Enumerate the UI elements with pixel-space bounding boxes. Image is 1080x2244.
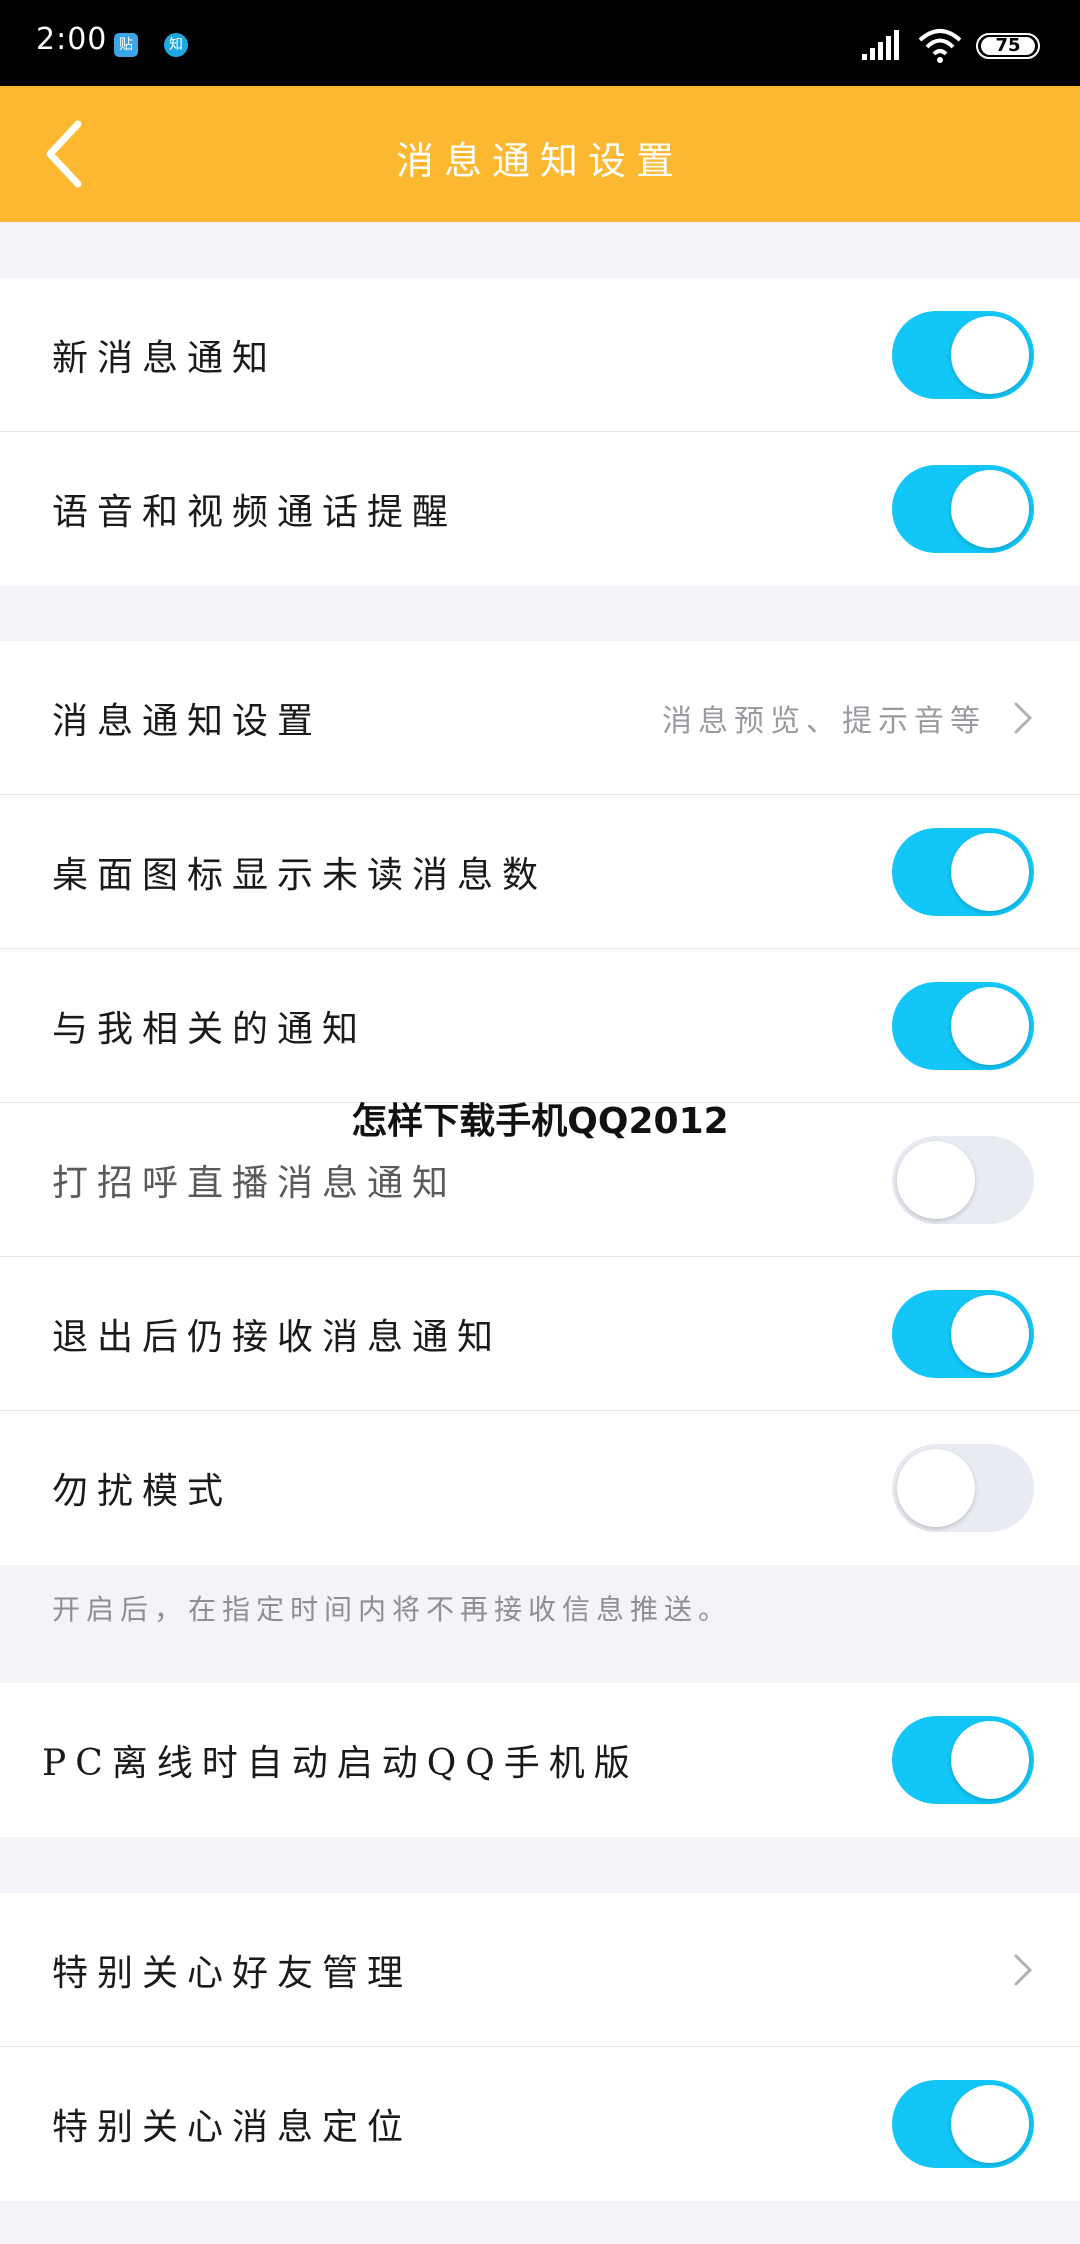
settings-group-special-care: 特别关心好友管理 特别关心消息定位 xyxy=(0,1893,1080,2201)
status-time: 2:00 xyxy=(36,22,108,57)
settings-group-pc: PC离线时自动启动QQ手机版 xyxy=(0,1683,1080,1837)
pc-offline-toggle[interactable] xyxy=(892,1716,1034,1804)
chevron-right-icon xyxy=(1014,702,1033,733)
page-title: 消息通知设置 xyxy=(395,139,684,183)
voice-video-toggle[interactable] xyxy=(892,465,1034,553)
setting-unread-badge[interactable]: 桌面图标显示未读消息数 xyxy=(0,795,1080,949)
setting-new-message-notification[interactable]: 新消息通知 xyxy=(0,278,1080,432)
related-notification-toggle[interactable] xyxy=(892,981,1034,1070)
setting-label: PC离线时自动启动QQ手机版 xyxy=(42,1743,639,1784)
setting-receive-after-exit[interactable]: 退出后仍接收消息通知 xyxy=(0,1257,1080,1411)
setting-label: 桌面图标显示未读消息数 xyxy=(52,854,548,896)
setting-label: 打招呼直播消息通知 xyxy=(52,1162,458,1204)
settings-group-basic: 新消息通知 语音和视频通话提醒 xyxy=(0,278,1080,586)
setting-hint: 消息预览、提示音等 xyxy=(662,703,986,739)
setting-message-notification-settings[interactable]: 消息通知设置 消息预览、提示音等 xyxy=(0,641,1080,795)
signal-icon xyxy=(862,30,899,60)
setting-special-care-location[interactable]: 特别关心消息定位 xyxy=(0,2047,1080,2201)
receive-after-exit-toggle[interactable] xyxy=(892,1289,1034,1378)
setting-label: 消息通知设置 xyxy=(52,700,323,742)
tieba-app-icon: 贴 xyxy=(114,33,138,57)
setting-label: 勿扰模式 xyxy=(52,1471,233,1512)
setting-label: 与我相关的通知 xyxy=(52,1008,368,1050)
battery-level: 75 xyxy=(981,37,1035,55)
do-not-disturb-toggle[interactable] xyxy=(892,1444,1034,1532)
do-not-disturb-footnote: 开启后，在指定时间内将不再接收信息推送。 xyxy=(52,1593,733,1626)
battery-icon: 75 xyxy=(976,33,1040,59)
setting-related-notification[interactable]: 与我相关的通知 xyxy=(0,949,1080,1103)
new-message-toggle[interactable] xyxy=(892,310,1034,399)
special-care-location-toggle[interactable] xyxy=(892,2080,1034,2168)
zhihu-app-icon: 知 xyxy=(164,33,188,57)
setting-special-care-friends[interactable]: 特别关心好友管理 xyxy=(0,1893,1080,2047)
setting-label: 退出后仍接收消息通知 xyxy=(52,1316,503,1358)
nav-bar: 消息通知设置 xyxy=(0,86,1080,222)
chevron-right-icon xyxy=(1014,1954,1033,1985)
unread-badge-toggle[interactable] xyxy=(892,827,1034,916)
wifi-icon xyxy=(918,29,962,63)
watermark-text: 怎样下载手机QQ2012 xyxy=(351,1101,729,1142)
status-bar: 2:00 贴 知 75 xyxy=(0,0,1080,86)
setting-label: 语音和视频通话提醒 xyxy=(52,492,458,533)
setting-do-not-disturb[interactable]: 勿扰模式 xyxy=(0,1411,1080,1565)
setting-label: 新消息通知 xyxy=(52,337,278,379)
setting-voice-video-alert[interactable]: 语音和视频通话提醒 xyxy=(0,432,1080,586)
greeting-live-toggle[interactable] xyxy=(892,1135,1034,1224)
setting-label: 特别关心好友管理 xyxy=(52,1952,413,1994)
setting-label: 特别关心消息定位 xyxy=(52,2107,413,2148)
setting-pc-offline-autostart[interactable]: PC离线时自动启动QQ手机版 xyxy=(0,1683,1080,1837)
